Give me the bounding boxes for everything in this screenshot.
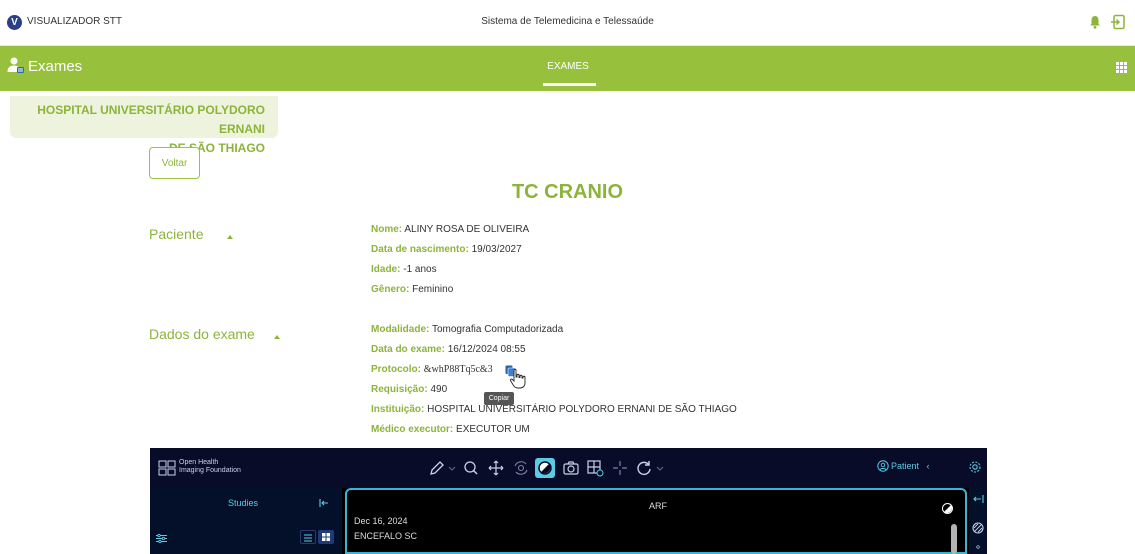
- executor-field: Médico executor: EXECUTOR UM: [371, 424, 530, 435]
- field-label: Data do exame:: [371, 344, 445, 355]
- patient-section-heading[interactable]: Paciente: [149, 226, 203, 242]
- field-label: Médico executor:: [371, 424, 454, 435]
- brand-line2: Imaging Foundation: [179, 467, 241, 474]
- institution-field: Instituição: HOSPITAL UNIVERSITÁRIO POLY…: [371, 404, 737, 415]
- expand-panel-icon[interactable]: [972, 494, 984, 504]
- pencil-icon[interactable]: [427, 458, 447, 478]
- chevron-down-icon[interactable]: [655, 460, 665, 476]
- ohif-brand: Open Health Imaging Foundation: [179, 459, 241, 475]
- study-description: ENCEFALO SC: [354, 531, 418, 541]
- protocol-value[interactable]: &whP88Tq5c&3: [424, 364, 493, 375]
- copy-tooltip: Copiar: [484, 392, 514, 405]
- field-value: -1 anos: [403, 264, 437, 275]
- studies-tab[interactable]: Studies: [228, 498, 258, 508]
- active-tab-indicator: [543, 83, 596, 86]
- patient-name-field: Nome: ALINY ROSA DE OLIVEIRA: [371, 224, 529, 235]
- field-label: Nome:: [371, 224, 403, 235]
- modality-field: Modalidade: Tomografia Computadorizada: [371, 324, 563, 335]
- module-title: Exames: [28, 58, 83, 75]
- contrast-icon: [538, 461, 552, 475]
- reset-icon[interactable]: [634, 458, 654, 478]
- hospital-name-line2: DE SÃO THIAGO: [168, 141, 265, 155]
- right-side-panel: [969, 488, 987, 554]
- image-viewer[interactable]: Open Health Imaging Foundation Patient ‹…: [150, 448, 987, 554]
- field-value: ALINY ROSA DE OLIVEIRA: [404, 224, 530, 235]
- field-value: 16/12/2024 08:55: [447, 344, 526, 355]
- viewport-title: ARF: [649, 501, 667, 511]
- brand-line1: Open Health: [179, 459, 219, 466]
- field-value: 19/03/2027: [471, 244, 522, 255]
- viewport-scrollbar[interactable]: [951, 524, 957, 554]
- studies-panel: Studies: [150, 488, 342, 554]
- settings-icon[interactable]: [968, 460, 982, 474]
- pan-icon[interactable]: [486, 458, 506, 478]
- field-value: HOSPITAL UNIVERSITÁRIO POLYDORO ERNANI D…: [427, 404, 737, 415]
- field-label: Idade:: [371, 264, 401, 275]
- viewport-panel[interactable]: ARF Dec 16, 2024 ENCEFALO SC: [345, 488, 967, 554]
- collapse-caret-icon[interactable]: [274, 335, 280, 339]
- contrast-icon: [942, 503, 953, 514]
- field-label: Data de nascimento:: [371, 244, 469, 255]
- rotate-icon[interactable]: [511, 458, 531, 478]
- hospital-name: HOSPITAL UNIVERSITÁRIO POLYDORO ERNANI D…: [10, 101, 265, 158]
- logout-icon[interactable]: [1110, 14, 1126, 30]
- chevron-down-icon[interactable]: [447, 460, 457, 476]
- system-title: Sistema de Telemedicina e Telessaúde: [481, 16, 654, 27]
- collapse-caret-icon[interactable]: [227, 235, 233, 239]
- apps-grid-icon[interactable]: [1116, 62, 1127, 73]
- exam-date-field: Data do exame: 16/12/2024 08:55: [371, 344, 526, 355]
- list-view-button[interactable]: [300, 530, 316, 544]
- ohif-logo-icon: [158, 460, 176, 476]
- exam-title: TC CRANIO: [511, 181, 624, 203]
- patient-label: Patient: [891, 461, 920, 471]
- app-name: VISUALIZADOR STT: [27, 16, 123, 27]
- crosshair-icon[interactable]: [610, 458, 630, 478]
- viewer-toolbar: Open Health Imaging Foundation Patient ‹: [150, 448, 987, 488]
- layout-icon[interactable]: [585, 458, 605, 478]
- user-group-icon: [7, 57, 24, 73]
- app-logo: V: [7, 15, 22, 30]
- patient-icon[interactable]: [877, 460, 889, 472]
- field-value: 490: [430, 384, 448, 395]
- field-label: Protocolo:: [371, 364, 421, 375]
- camera-icon[interactable]: [561, 458, 581, 478]
- list-icon: [304, 534, 312, 542]
- tab-exames[interactable]: EXAMES: [538, 61, 598, 72]
- field-label: Gênero:: [371, 284, 410, 295]
- field-label: Modalidade:: [371, 324, 430, 335]
- field-value: Feminino: [412, 284, 454, 295]
- thumbnail-view-button[interactable]: [318, 530, 334, 544]
- patient-gender-field: Gênero: Feminino: [371, 284, 453, 295]
- chevron-left-icon: ‹: [926, 461, 930, 471]
- field-label: Instituição:: [371, 404, 425, 415]
- field-value: EXECUTOR UM: [456, 424, 530, 435]
- hospital-name-line1: HOSPITAL UNIVERSITÁRIO POLYDORO ERNANI: [37, 103, 265, 136]
- collapse-panel-icon[interactable]: [319, 498, 329, 508]
- patient-birthdate-field: Data de nascimento: 19/03/2027: [371, 244, 522, 255]
- zoom-icon[interactable]: [461, 458, 481, 478]
- filter-sliders-icon[interactable]: [156, 533, 167, 544]
- pointer-hand-icon: [509, 368, 526, 389]
- field-label: Requisição:: [371, 384, 428, 395]
- top-bar: V VISUALIZADOR STT Sistema de Telemedici…: [0, 0, 1135, 46]
- patient-button[interactable]: Patient ‹: [891, 461, 930, 471]
- thumbnail-grid-icon: [322, 533, 330, 541]
- study-date: Dec 16, 2024: [354, 516, 408, 526]
- contrast-tool-button[interactable]: [535, 458, 555, 478]
- requisition-field: Requisição: 490: [371, 384, 447, 395]
- back-button[interactable]: Voltar: [149, 147, 200, 179]
- person-icon[interactable]: [975, 545, 981, 551]
- protocol-field: Protocolo: &whP88Tq5c&3: [371, 364, 493, 375]
- field-value: Tomografia Computadorizada: [431, 324, 564, 335]
- bell-icon[interactable]: [1089, 15, 1101, 29]
- patient-age-field: Idade: -1 anos: [371, 264, 437, 275]
- segmentation-icon[interactable]: [972, 522, 984, 534]
- exam-section-heading[interactable]: Dados do exame: [149, 326, 255, 342]
